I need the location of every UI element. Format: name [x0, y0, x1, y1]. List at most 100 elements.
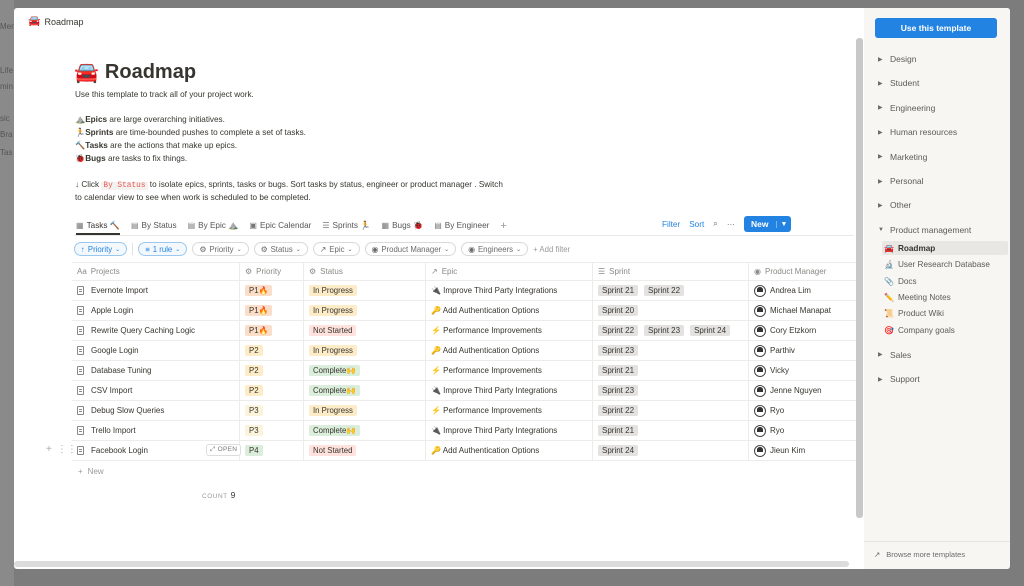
product-manager-cell[interactable]: Andrea Lim: [749, 281, 862, 300]
plus-icon[interactable]: +: [46, 444, 52, 455]
product-manager-cell[interactable]: Michael Manapat: [749, 301, 862, 320]
project-cell[interactable]: Apple Login: [72, 301, 240, 320]
chevron-down-icon[interactable]: ▼: [775, 220, 792, 228]
epic-link[interactable]: 🔑 Add Authentication Options: [431, 306, 539, 315]
status-cell[interactable]: Complete🙌: [304, 421, 426, 440]
epic-link[interactable]: ⚡ Performance Improvements: [431, 406, 542, 415]
status-cell[interactable]: Complete🙌: [304, 361, 426, 380]
table-row[interactable]: Trello Import P3 Complete🙌 🔌 Improve Thi…: [72, 421, 862, 441]
sidebar-template-item[interactable]: ✏️ Meeting Notes: [882, 290, 1008, 304]
epic-link[interactable]: 🔌 Improve Third Party Integrations: [431, 426, 557, 435]
search-icon[interactable]: ⌕: [713, 219, 718, 229]
sidebar-template-item[interactable]: 📜 Product Wiki: [882, 307, 1008, 321]
sidebar-category[interactable]: ▶ Student: [878, 78, 919, 88]
sprint-cell[interactable]: Sprint 21: [593, 421, 749, 440]
product-manager-cell[interactable]: Jieun Kim: [749, 441, 862, 460]
tab-by-engineer[interactable]: ▤ By Engineer: [434, 221, 489, 230]
epic-link[interactable]: 🔑 Add Authentication Options: [431, 446, 539, 455]
tab-by-epic[interactable]: ▤ By Epic ⛰️: [188, 221, 239, 231]
add-view-button[interactable]: +: [500, 220, 506, 232]
status-cell[interactable]: In Progress: [304, 401, 426, 420]
table-row[interactable]: Apple Login P1🔥 In Progress 🔑 Add Authen…: [72, 301, 862, 321]
sidebar-template-item[interactable]: 🔬 User Research Database: [882, 258, 1008, 272]
rule-chip[interactable]: ≡ 1 rule ⌄: [138, 242, 188, 256]
table-row[interactable]: Facebook Login P4 Not Started 🔑 Add Auth…: [46, 441, 862, 461]
priority-cell[interactable]: P2: [240, 341, 304, 360]
tab-by-status[interactable]: ▤ By Status: [131, 221, 177, 230]
priority-cell[interactable]: P1🔥: [240, 321, 304, 340]
status-cell[interactable]: Complete🙌: [304, 381, 426, 400]
column-header-product-manager[interactable]: ◉ Product Manager: [749, 263, 862, 280]
project-cell[interactable]: Evernote Import: [72, 281, 240, 300]
table-row[interactable]: Database Tuning P2 Complete🙌 ⚡ Performan…: [72, 361, 862, 381]
tab-bugs[interactable]: ▦ Bugs 🐞: [382, 221, 424, 231]
table-row[interactable]: Rewrite Query Caching Logic P1🔥 Not Star…: [72, 321, 862, 341]
new-button[interactable]: New ▼: [744, 216, 792, 232]
tab-sprints[interactable]: ☰ Sprints 🏃: [322, 221, 370, 231]
tab-epic-calendar[interactable]: ▣ Epic Calendar: [249, 221, 311, 230]
priority-cell[interactable]: P3: [240, 401, 304, 420]
sprint-cell[interactable]: Sprint 22 Sprint 23 Sprint 24: [593, 321, 749, 340]
filter-engineers-chip[interactable]: ◉ Engineers ⌄: [461, 242, 529, 256]
table-row[interactable]: Evernote Import P1🔥 In Progress 🔌 Improv…: [72, 281, 862, 301]
project-cell[interactable]: Rewrite Query Caching Logic: [72, 321, 240, 340]
horizontal-scrollbar[interactable]: [14, 561, 849, 567]
column-header-sprint[interactable]: ☰ Sprint: [593, 263, 749, 280]
vertical-scrollbar[interactable]: [856, 38, 863, 518]
table-row[interactable]: CSV Import P2 Complete🙌 🔌 Improve Third …: [72, 381, 862, 401]
sprint-cell[interactable]: Sprint 21: [593, 361, 749, 380]
product-manager-cell[interactable]: Ryo: [749, 421, 862, 440]
filter-status-chip[interactable]: ⚙ Status ⌄: [253, 242, 308, 256]
epic-cell[interactable]: 🔌 Improve Third Party Integrations: [426, 281, 593, 300]
new-row-button[interactable]: + New: [72, 461, 862, 481]
sidebar-category[interactable]: ▶ Sales: [878, 350, 911, 360]
status-cell[interactable]: In Progress: [304, 301, 426, 320]
product-manager-cell[interactable]: Jenne Nguyen: [749, 381, 862, 400]
status-cell[interactable]: In Progress: [304, 281, 426, 300]
epic-cell[interactable]: ⚡ Performance Improvements: [426, 361, 593, 380]
priority-cell[interactable]: P1🔥: [240, 281, 304, 300]
epic-link[interactable]: 🔌 Improve Third Party Integrations: [431, 386, 557, 395]
more-options-button[interactable]: ···: [727, 220, 735, 229]
epic-cell[interactable]: 🔌 Improve Third Party Integrations: [426, 421, 593, 440]
tab-tasks[interactable]: ▦ Tasks 🔨: [76, 221, 120, 235]
sidebar-category[interactable]: ▶ Personal: [878, 176, 924, 186]
use-template-button[interactable]: Use this template: [875, 18, 997, 38]
priority-cell[interactable]: P2: [240, 381, 304, 400]
sprint-cell[interactable]: Sprint 22: [593, 401, 749, 420]
sidebar-category[interactable]: ▼ Product management: [878, 225, 971, 235]
browse-more-templates-link[interactable]: ↗ Browse more templates: [874, 550, 965, 559]
project-cell[interactable]: Google Login: [72, 341, 240, 360]
column-header-priority[interactable]: ⚙ Priority: [240, 263, 304, 280]
table-row[interactable]: Debug Slow Queries P3 In Progress ⚡ Perf…: [72, 401, 862, 421]
project-cell[interactable]: CSV Import: [72, 381, 240, 400]
filter-product-manager-chip[interactable]: ◉ Product Manager ⌄: [364, 242, 457, 256]
epic-cell[interactable]: 🔑 Add Authentication Options: [426, 441, 593, 460]
column-header-epic[interactable]: ↗ Epic: [426, 263, 593, 280]
priority-cell[interactable]: P2: [240, 361, 304, 380]
status-cell[interactable]: Not Started: [304, 321, 426, 340]
open-page-button[interactable]: ⤢ OPEN: [206, 444, 242, 456]
filter-priority-chip[interactable]: ⚙ Priority ⌄: [192, 242, 249, 256]
epic-cell[interactable]: ⚡ Performance Improvements: [426, 321, 593, 340]
sprint-cell[interactable]: Sprint 24: [593, 441, 749, 460]
priority-cell[interactable]: P1🔥: [240, 301, 304, 320]
epic-cell[interactable]: ⚡ Performance Improvements: [426, 401, 593, 420]
sprint-cell[interactable]: Sprint 21 Sprint 22: [593, 281, 749, 300]
project-cell[interactable]: Trello Import: [72, 421, 240, 440]
sort-button[interactable]: Sort: [689, 220, 704, 229]
project-cell[interactable]: Database Tuning: [72, 361, 240, 380]
sprint-cell[interactable]: Sprint 23: [593, 341, 749, 360]
product-manager-cell[interactable]: Cory Etzkorn: [749, 321, 862, 340]
sidebar-template-item[interactable]: 🎯 Company goals: [882, 323, 1008, 337]
product-manager-cell[interactable]: Vicky: [749, 361, 862, 380]
sidebar-category[interactable]: ▶ Human resources: [878, 127, 957, 137]
product-manager-cell[interactable]: Ryo: [749, 401, 862, 420]
column-header-projects[interactable]: Aa Projects: [72, 263, 240, 280]
project-cell[interactable]: Debug Slow Queries: [72, 401, 240, 420]
epic-link[interactable]: 🔌 Improve Third Party Integrations: [431, 286, 557, 295]
epic-link[interactable]: 🔑 Add Authentication Options: [431, 346, 539, 355]
sidebar-category[interactable]: ▶ Support: [878, 374, 920, 384]
breadcrumb[interactable]: 🚘 Roadmap: [28, 16, 83, 27]
priority-cell[interactable]: P3: [240, 421, 304, 440]
